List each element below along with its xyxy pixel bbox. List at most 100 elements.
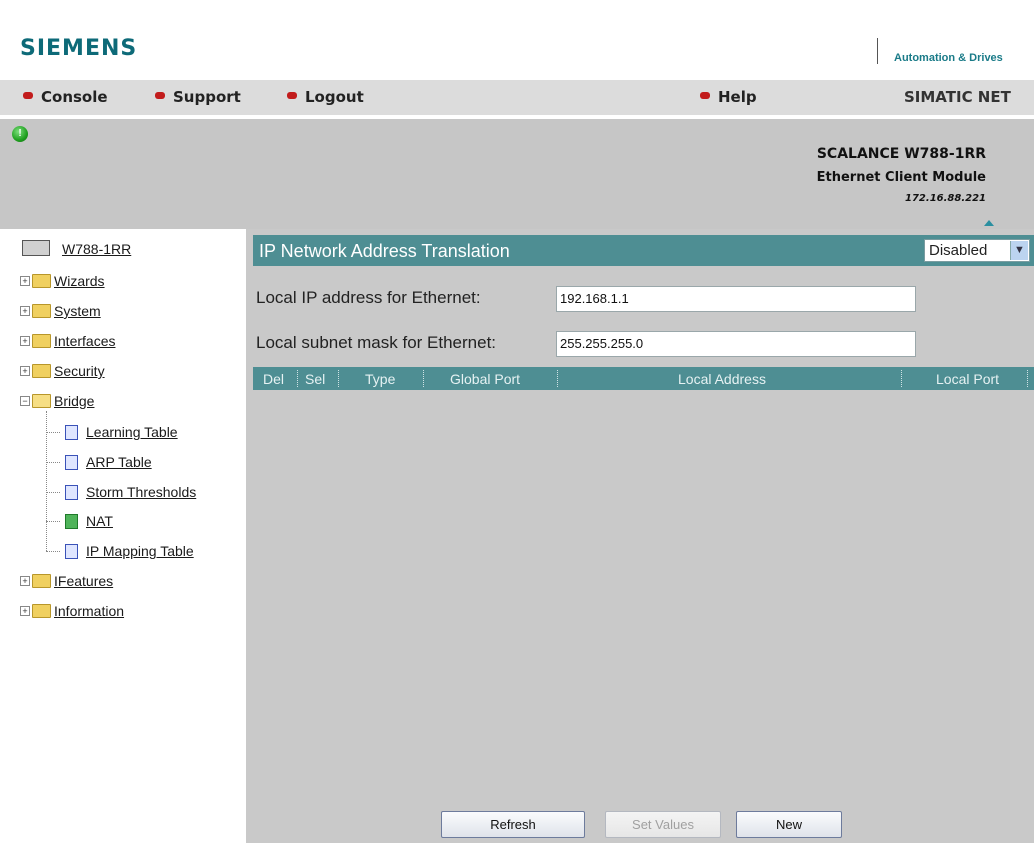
menu-console-label: Console xyxy=(41,88,108,106)
local-subnet-label: Local subnet mask for Ethernet: xyxy=(256,333,497,352)
set-values-button[interactable]: Set Values xyxy=(605,811,721,838)
brand-divider xyxy=(877,38,878,64)
page-icon xyxy=(65,454,78,470)
tree-item-security[interactable]: + Security xyxy=(20,361,105,381)
page-icon xyxy=(65,484,78,500)
product-name: SCALANCE W788-1RR xyxy=(816,146,986,162)
chevron-down-icon[interactable]: ▼ xyxy=(1010,241,1028,260)
tree-item-label: Bridge xyxy=(54,393,95,409)
tree-connector xyxy=(46,521,60,522)
local-subnet-input[interactable]: 255.255.255.0 xyxy=(556,331,916,357)
tree-item-label: IFeatures xyxy=(54,573,114,589)
main-panel: IP Network Address Translation Disabled … xyxy=(246,229,1034,843)
page-active-icon xyxy=(65,513,78,529)
expand-icon[interactable]: + xyxy=(20,276,30,287)
top-menubar: Console Support Logout Help SIMATIC NET xyxy=(0,80,1034,115)
tree-item-label: Information xyxy=(54,603,125,619)
tree-connector xyxy=(46,492,60,493)
tree-item-label: System xyxy=(54,303,101,319)
expand-icon[interactable]: + xyxy=(20,366,30,377)
tree-connector xyxy=(46,432,60,433)
product-subtitle: Ethernet Client Module xyxy=(816,170,986,185)
scroll-up-icon[interactable] xyxy=(984,220,994,226)
folder-icon xyxy=(32,364,51,379)
col-separator xyxy=(423,370,424,387)
col-header-local-port[interactable]: Local Port xyxy=(936,371,999,387)
panel-titlebar: IP Network Address Translation Disabled … xyxy=(253,235,1034,266)
col-separator xyxy=(1027,370,1028,387)
menu-console[interactable]: Console xyxy=(23,88,108,106)
tree-item-wizards[interactable]: + Wizards xyxy=(20,271,105,291)
expand-icon[interactable]: + xyxy=(20,576,30,587)
tree-item-label: IP Mapping Table xyxy=(86,543,194,559)
device-icon xyxy=(22,240,50,257)
bullet-icon xyxy=(700,92,710,99)
tree-item-system[interactable]: + System xyxy=(20,301,101,321)
product-ip: 172.16.88.221 xyxy=(905,193,986,204)
col-separator xyxy=(297,370,298,387)
tree-item-bridge[interactable]: − Bridge xyxy=(20,391,94,411)
tree-item-storm-thresholds[interactable]: Storm Thresholds xyxy=(65,482,196,502)
bullet-icon xyxy=(155,92,165,99)
tree-device[interactable]: W788-1RR xyxy=(22,239,131,259)
expand-icon[interactable]: + xyxy=(20,306,30,317)
tree-item-ip-mapping-table[interactable]: IP Mapping Table xyxy=(65,541,194,561)
page-title: IP Network Address Translation xyxy=(259,241,510,261)
folder-icon xyxy=(32,274,51,289)
col-header-sel[interactable]: Sel xyxy=(305,371,325,387)
page-icon xyxy=(65,424,78,440)
tree-device-label: W788-1RR xyxy=(62,241,132,257)
status-ok-icon: ! xyxy=(12,126,28,142)
tree-item-arp-table[interactable]: ARP Table xyxy=(65,452,152,472)
tree-item-learning-table[interactable]: Learning Table xyxy=(65,422,178,442)
tree-item-label: ARP Table xyxy=(86,454,152,470)
local-ip-label: Local IP address for Ethernet: xyxy=(256,288,481,307)
tree-connector xyxy=(46,462,60,463)
nat-table-header: Del Sel Type Global Port Local Address L… xyxy=(253,367,1034,390)
menu-support-label: Support xyxy=(173,88,241,106)
menu-support[interactable]: Support xyxy=(155,88,241,106)
tree-item-label: Security xyxy=(54,363,105,379)
bullet-icon xyxy=(23,92,33,99)
col-separator xyxy=(557,370,558,387)
bullet-icon xyxy=(287,92,297,99)
col-header-local-address[interactable]: Local Address xyxy=(678,371,766,387)
nat-mode-value: Disabled xyxy=(929,242,988,259)
tree-item-label: Learning Table xyxy=(86,424,178,440)
collapse-icon[interactable]: − xyxy=(20,396,30,407)
brand-tagline: Automation & Drives xyxy=(894,52,1003,64)
col-header-del[interactable]: Del xyxy=(263,371,284,387)
expand-icon[interactable]: + xyxy=(20,606,30,617)
new-button[interactable]: New xyxy=(736,811,842,838)
col-separator xyxy=(901,370,902,387)
refresh-button[interactable]: Refresh xyxy=(441,811,585,838)
col-separator xyxy=(338,370,339,387)
tree-item-interfaces[interactable]: + Interfaces xyxy=(20,331,115,351)
simatic-net-brand: SIMATIC NET xyxy=(904,88,1011,106)
nat-mode-select[interactable]: Disabled ▼ xyxy=(924,239,1030,262)
menu-help-label: Help xyxy=(718,88,757,106)
page-icon xyxy=(65,543,78,559)
tree-connector xyxy=(46,551,60,552)
tree-item-nat[interactable]: NAT xyxy=(65,511,113,531)
navigation-tree: W788-1RR + Wizards + System + Interfaces + S… xyxy=(8,229,246,843)
col-header-global-port[interactable]: Global Port xyxy=(450,371,520,387)
menu-logout[interactable]: Logout xyxy=(287,88,364,106)
header: SIEMENS Automation & Drives xyxy=(0,0,1034,80)
col-header-type[interactable]: Type xyxy=(365,371,395,387)
menu-help[interactable]: Help xyxy=(700,88,757,106)
folder-icon xyxy=(32,574,51,589)
tree-item-label: NAT xyxy=(86,513,113,529)
menu-logout-label: Logout xyxy=(305,88,364,106)
tree-item-label: Interfaces xyxy=(54,333,116,349)
expand-icon[interactable]: + xyxy=(20,336,30,347)
local-ip-input[interactable]: 192.168.1.1 xyxy=(556,286,916,312)
folder-icon xyxy=(32,604,51,619)
siemens-logo: SIEMENS xyxy=(20,36,138,61)
tree-item-ifeatures[interactable]: + IFeatures xyxy=(20,571,113,591)
tree-item-label: Storm Thresholds xyxy=(86,484,197,500)
tree-item-information[interactable]: + Information xyxy=(20,601,124,621)
tree-item-label: Wizards xyxy=(54,273,105,289)
folder-icon xyxy=(32,334,51,349)
folder-icon xyxy=(32,304,51,319)
